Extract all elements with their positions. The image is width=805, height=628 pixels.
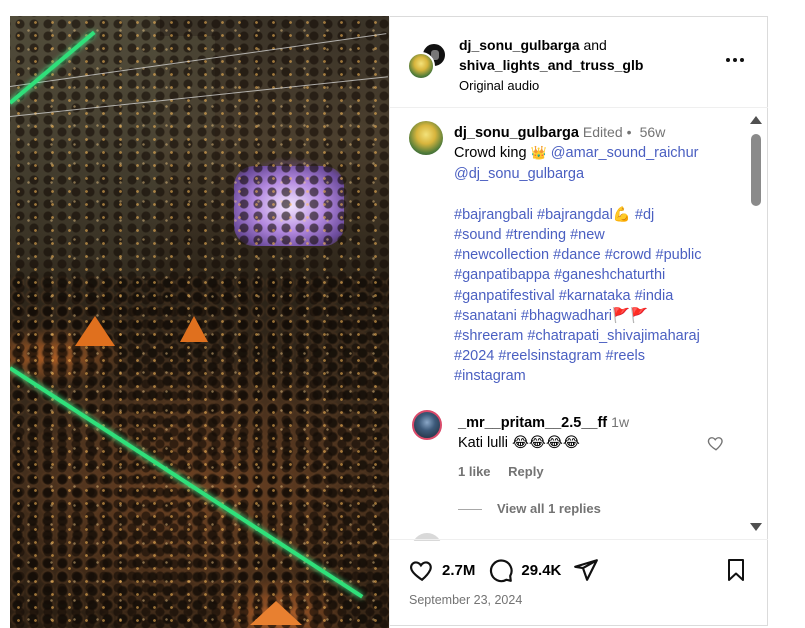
header-conjunction: and bbox=[583, 37, 607, 53]
header-user-1[interactable]: dj_sonu_gulbarga bbox=[459, 37, 580, 53]
avatar[interactable] bbox=[409, 121, 443, 155]
share-button[interactable] bbox=[573, 557, 605, 583]
edited-label: Edited bbox=[582, 124, 623, 140]
hashtag-line[interactable]: #newcollection #dance #crowd #public bbox=[454, 245, 744, 265]
avatar bbox=[407, 52, 435, 80]
crown-emoji: 👑 bbox=[530, 146, 547, 162]
comments-scrollbar[interactable] bbox=[748, 110, 764, 540]
save-button[interactable] bbox=[724, 557, 748, 588]
post-panel: dj_sonu_gulbarga and shiva_lights_and_tr… bbox=[389, 16, 768, 628]
hashtag-line[interactable]: #ganpatifestival #karnataka #india bbox=[454, 286, 744, 306]
comment-like-heart-icon[interactable] bbox=[707, 434, 727, 454]
heart-icon bbox=[410, 561, 432, 582]
hashtag-line[interactable]: #bajrangbali #bajrangdal💪 #dj bbox=[454, 205, 744, 225]
hashtag-line[interactable]: #sound #trending #new bbox=[454, 225, 744, 245]
send-icon bbox=[574, 559, 599, 581]
scroll-up-arrow-icon[interactable] bbox=[750, 116, 762, 124]
reply-button[interactable]: Reply bbox=[508, 464, 543, 479]
collab-avatars[interactable] bbox=[407, 42, 447, 82]
like-button[interactable]: 2.7M bbox=[408, 557, 475, 583]
video-flag bbox=[250, 601, 302, 625]
scroll-down-arrow-icon[interactable] bbox=[750, 523, 762, 531]
comment-bubble-icon bbox=[490, 559, 514, 583]
video-flag bbox=[180, 316, 208, 342]
audio-label[interactable]: Original audio bbox=[459, 76, 643, 95]
post-date[interactable]: September 23, 2024 bbox=[409, 593, 522, 607]
video-flag bbox=[75, 316, 115, 346]
more-options-icon[interactable] bbox=[726, 52, 746, 68]
view-replies-label: View all 1 replies bbox=[497, 501, 601, 516]
post-header: dj_sonu_gulbarga and shiva_lights_and_tr… bbox=[390, 16, 768, 108]
comment-item: _mr__pritam__2.5__ff 1w Kati lulli 😂😂😂😂 bbox=[458, 412, 629, 453]
header-text: dj_sonu_gulbarga and shiva_lights_and_tr… bbox=[459, 35, 643, 95]
view-replies-button[interactable]: View all 1 replies bbox=[458, 501, 601, 516]
replies-divider bbox=[458, 509, 482, 511]
separator: • bbox=[626, 124, 632, 140]
mention-link[interactable]: @dj_sonu_gulbarga bbox=[454, 166, 584, 182]
header-user-2[interactable]: shiva_lights_and_truss_glb bbox=[459, 57, 643, 73]
mention-link[interactable]: @amar_sound_raichur bbox=[551, 145, 699, 161]
avatar[interactable] bbox=[412, 410, 442, 440]
comment-likes[interactable]: 1 like bbox=[458, 464, 491, 479]
comments-section[interactable]: dj_sonu_gulbarga Edited • 56w Crowd king… bbox=[390, 109, 768, 541]
hashtag-line[interactable]: #shreeram #chatrapati_shivajimaharaj bbox=[454, 326, 744, 346]
comment-username[interactable]: _mr__pritam__2.5__ff bbox=[458, 415, 607, 431]
comments-count: 29.4K bbox=[521, 561, 562, 579]
hashtag-line[interactable]: #2024 #reelsinstagram #reels bbox=[454, 346, 744, 366]
comment-button[interactable]: 29.4K bbox=[487, 557, 561, 583]
action-bar: 2.7M 29.4K bbox=[408, 556, 617, 584]
caption-text: Crowd king bbox=[454, 145, 527, 162]
post-age: 56w bbox=[639, 124, 666, 140]
reel-video[interactable] bbox=[10, 16, 389, 628]
hashtag-line[interactable]: #sanatani #bhagwadhari🚩🚩 bbox=[454, 306, 744, 326]
hashtag-line[interactable]: #ganpatibappa #ganeshchaturthi bbox=[454, 265, 744, 285]
likes-count: 2.7M bbox=[442, 561, 476, 579]
post-username[interactable]: dj_sonu_gulbarga bbox=[454, 125, 579, 141]
post-caption: dj_sonu_gulbarga Edited • 56w Crowd king… bbox=[454, 122, 744, 387]
bookmark-icon bbox=[728, 559, 744, 581]
comment-actions: 1 like Reply bbox=[458, 464, 558, 479]
comment-text: Kati lulli 😂😂😂😂 bbox=[458, 435, 580, 451]
scrollbar-thumb[interactable] bbox=[751, 134, 761, 206]
hashtag-line[interactable]: #instagram bbox=[454, 366, 744, 386]
post-footer: 2.7M 29.4K September 23, 2024 bbox=[390, 539, 768, 628]
comment-age: 1w bbox=[611, 414, 630, 430]
